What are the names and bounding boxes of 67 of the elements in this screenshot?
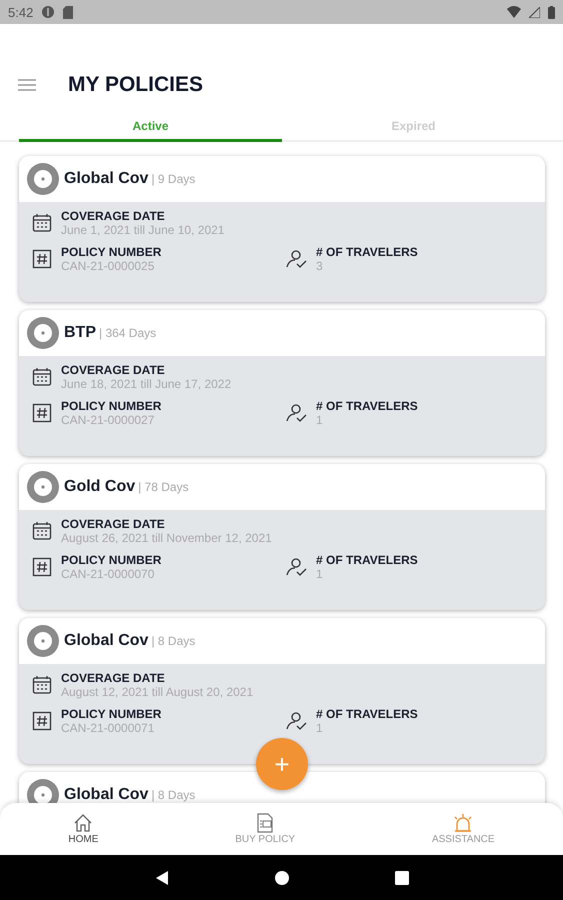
field-value: 1	[316, 413, 324, 427]
back-icon[interactable]	[154, 870, 170, 886]
field-value: June 18, 2021 till June 17, 2022	[61, 377, 232, 391]
field-label: POLICY NUMBER	[61, 399, 162, 413]
disc-icon	[27, 317, 59, 349]
field-value: August 26, 2021 till November 12, 2021	[61, 531, 272, 545]
clock: 5:42	[8, 4, 34, 20]
field-value: 1	[316, 567, 324, 581]
field-label: # OF TRAVELERS	[316, 707, 418, 721]
policy-duration: | 8 Days	[151, 634, 196, 648]
person-check-icon	[285, 711, 307, 731]
home-icon	[73, 813, 94, 833]
hash-icon	[32, 249, 52, 269]
field-label: COVERAGE DATE	[61, 517, 166, 531]
policy-card[interactable]: BTP | 364 Days COVERAGE DATE June 18, 2021 till June 17, 2022 POLICY NUMBER CAN-21-0000027 # OF TRAVELERS 1	[19, 310, 545, 456]
disc-icon	[27, 471, 59, 503]
hash-icon	[32, 557, 52, 577]
menu-icon[interactable]	[18, 78, 36, 92]
field-label: # OF TRAVELERS	[316, 245, 418, 259]
calendar-icon	[32, 213, 52, 233]
policy-card[interactable]: Global Cov | 9 Days COVERAGE DATE June 1, 2021 till June 10, 2021 POLICY NUMBER CAN-21-0000025 # OF TRAVELERS 3	[19, 156, 545, 302]
hash-icon	[32, 711, 52, 731]
policy-name: Gold Cov	[64, 478, 136, 496]
disc-icon	[27, 625, 59, 657]
field-value: August 12, 2021 till August 20, 2021	[61, 685, 254, 699]
field-value: 3	[316, 259, 324, 273]
field-label: COVERAGE DATE	[61, 209, 166, 223]
policy-name: BTP	[64, 324, 96, 342]
policy-duration: | 364 Days	[99, 326, 156, 340]
field-value: 1	[316, 721, 324, 735]
sd-card-icon	[63, 6, 74, 18]
document-icon	[255, 813, 276, 833]
home-button-icon[interactable]	[274, 870, 290, 886]
person-check-icon	[285, 557, 307, 577]
wifi-icon	[507, 6, 521, 18]
signal-icon	[529, 6, 540, 18]
field-label: # OF TRAVELERS	[316, 553, 418, 567]
field-label: COVERAGE DATE	[61, 671, 166, 685]
policy-name: Global Cov	[64, 786, 148, 804]
calendar-icon	[32, 521, 52, 541]
person-check-icon	[285, 249, 307, 269]
field-value: CAN-21-0000027	[61, 413, 156, 427]
field-label: COVERAGE DATE	[61, 363, 166, 377]
policy-name: Global Cov	[64, 170, 148, 188]
calendar-icon	[32, 675, 52, 695]
hash-icon	[32, 403, 52, 423]
policy-name: Global Cov	[64, 632, 148, 650]
battery-icon	[548, 6, 555, 18]
policy-duration: | 78 Days	[138, 480, 189, 494]
calendar-icon	[32, 367, 52, 387]
field-label: POLICY NUMBER	[61, 553, 162, 567]
field-label: POLICY NUMBER	[61, 707, 162, 721]
app-notification-icon	[41, 5, 56, 19]
field-label: POLICY NUMBER	[61, 245, 162, 259]
field-value: CAN-21-0000070	[61, 567, 156, 581]
field-value: CAN-21-0000025	[61, 259, 156, 273]
policy-duration: | 8 Days	[151, 788, 196, 802]
policy-duration: | 9 Days	[151, 172, 196, 186]
field-value: CAN-21-0000071	[61, 721, 156, 735]
person-check-icon	[285, 403, 307, 423]
field-value: June 1, 2021 till June 10, 2021	[61, 223, 224, 237]
field-label: # OF TRAVELERS	[316, 399, 418, 413]
page-title: MY POLICIES	[68, 73, 203, 97]
siren-icon	[452, 813, 474, 833]
recents-icon[interactable]	[394, 870, 410, 886]
disc-icon	[27, 163, 59, 195]
policy-card[interactable]: Gold Cov | 78 Days COVERAGE DATE August 26, 2021 till November 12, 2021 POLICY NUMBER CAN-21-0000070 # OF TRAVELERS 1	[19, 464, 545, 610]
